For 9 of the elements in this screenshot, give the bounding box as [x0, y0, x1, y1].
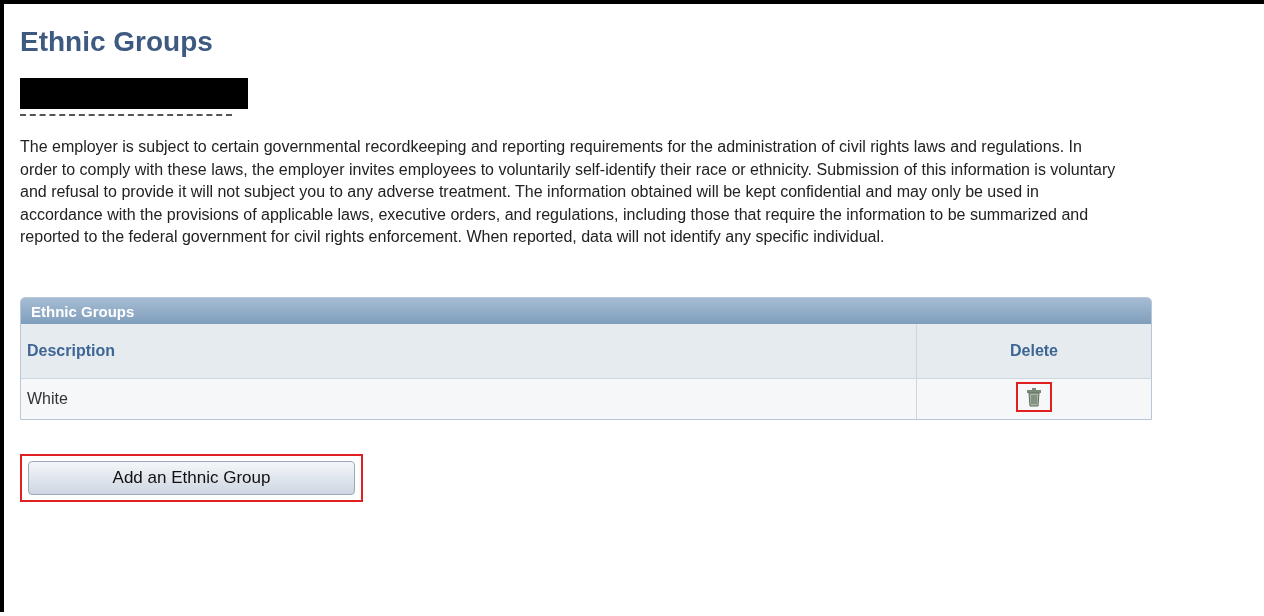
delete-button[interactable]	[1026, 386, 1042, 407]
notice-paragraph: The employer is subject to certain governmental recordkeeping and reporting requirements for the administration of civil rights laws and regulations. In order to comply with these laws, the employer invites employees to voluntarily self-identify their race or ethnicity. Submission of this information is voluntary and refusal to provide it will not subject you to any adverse treatment. The information obtained will be kept confidential and may only be used in accordance with the provisions of applicable laws, executive orders, and regulations, including those that require the information to be summarized and reported to the federal government for civil rights enforcement. When reported, data will not identify any specific individual.	[20, 137, 1117, 247]
column-header: Description	[21, 323, 917, 378]
add-button[interactable]: Add an Ethnic Group	[28, 460, 355, 495]
table-cell: White	[21, 378, 917, 419]
page-title: Ethnic Groups	[20, 26, 214, 58]
grid-title: Ethnic Groups	[21, 297, 1151, 324]
column-header: Delete	[916, 323, 1151, 378]
trash-icon	[1026, 386, 1042, 407]
